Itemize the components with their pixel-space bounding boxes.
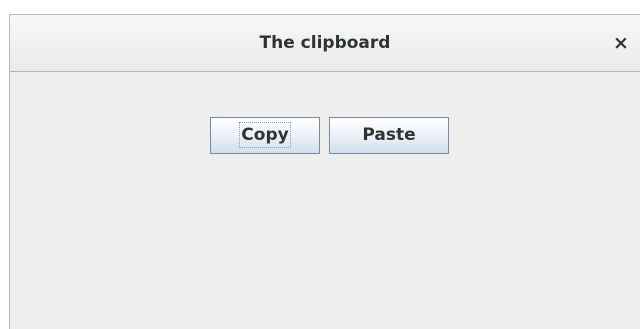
copy-button-label: Copy <box>239 122 291 148</box>
title-bar[interactable]: The clipboard × <box>10 15 640 72</box>
copy-button[interactable]: Copy <box>210 117 320 154</box>
paste-button[interactable]: Paste <box>329 117 449 154</box>
window-title: The clipboard <box>259 33 391 53</box>
clipboard-window: The clipboard × Copy Paste <box>9 14 640 329</box>
close-icon[interactable]: × <box>610 32 632 54</box>
paste-button-label: Paste <box>362 125 416 145</box>
content-panel: Copy Paste <box>10 72 640 329</box>
